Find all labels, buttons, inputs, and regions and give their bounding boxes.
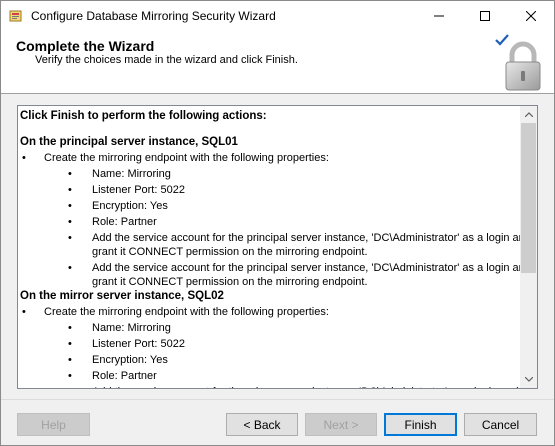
padlock-icon (505, 41, 541, 91)
section-heading: Click Finish to perform the following ac… (20, 110, 267, 122)
finish-button[interactable]: Finish (384, 413, 457, 436)
scroll-thumb[interactable] (521, 123, 536, 273)
summary-line: Add the service account for the mirror s… (92, 386, 519, 388)
bullet-mark: • (22, 152, 26, 164)
bullet-mark: • (68, 354, 72, 366)
cancel-button[interactable]: Cancel (464, 413, 537, 436)
section-heading: On the principal server instance, SQL01 (20, 136, 238, 148)
bullet-mark: • (68, 338, 72, 350)
maximize-button[interactable] (462, 1, 508, 31)
bullet-mark: • (68, 184, 72, 196)
minimize-button[interactable] (416, 1, 462, 31)
help-button[interactable]: Help (17, 413, 90, 436)
minimize-icon (434, 15, 444, 17)
close-icon (526, 11, 536, 21)
wizard-app-icon (9, 10, 22, 22)
bullet-mark: • (68, 262, 72, 274)
bullet-mark: • (68, 200, 72, 212)
bullet-mark: • (68, 216, 72, 228)
scroll-down-button[interactable] (520, 371, 537, 388)
summary-line: Name: Mirroring (92, 168, 171, 180)
summary-line: grant it CONNECT permission on the mirro… (92, 276, 368, 288)
next-button[interactable]: Next > (305, 413, 377, 436)
chevron-up-icon (524, 112, 533, 117)
bullet-mark: • (68, 322, 72, 334)
maximize-icon (480, 11, 490, 21)
summary-line: Listener Port: 5022 (92, 338, 185, 350)
section-heading: On the mirror server instance, SQL02 (20, 290, 224, 302)
summary-line: Encryption: Yes (92, 354, 168, 366)
summary-line: Name: Mirroring (92, 322, 171, 334)
back-button[interactable]: < Back (226, 413, 298, 436)
page-subtitle: Verify the choices made in the wizard an… (35, 54, 298, 66)
footer-divider (1, 399, 554, 400)
summary-box: Click Finish to perform the following ac… (17, 105, 538, 389)
summary-line: Listener Port: 5022 (92, 184, 185, 196)
summary-line: Create the mirroring endpoint with the f… (44, 152, 329, 164)
summary-line: grant it CONNECT permission on the mirro… (92, 246, 368, 258)
bullet-mark: • (68, 232, 72, 244)
wizard-header: Complete the Wizard Verify the choices m… (1, 31, 554, 94)
summary-line: Encryption: Yes (92, 200, 168, 212)
bullet-mark: • (68, 370, 72, 382)
vertical-scrollbar[interactable] (520, 106, 537, 388)
scroll-up-button[interactable] (520, 106, 537, 123)
wizard-window: Configure Database Mirroring Security Wi… (0, 0, 555, 446)
bullet-mark: • (22, 306, 26, 318)
summary-line: Add the service account for the principa… (92, 232, 531, 244)
window-title: Configure Database Mirroring Security Wi… (31, 9, 276, 23)
summary-line: Role: Partner (92, 370, 157, 382)
close-button[interactable] (508, 1, 554, 31)
page-title: Complete the Wizard (16, 38, 155, 54)
summary-line: Create the mirroring endpoint with the f… (44, 306, 329, 318)
chevron-down-icon (524, 377, 533, 382)
summary-line: Add the service account for the principa… (92, 262, 531, 274)
title-bar[interactable]: Configure Database Mirroring Security Wi… (1, 1, 554, 31)
bullet-mark: • (68, 386, 72, 388)
bullet-mark: • (68, 168, 72, 180)
summary-line: Role: Partner (92, 216, 157, 228)
